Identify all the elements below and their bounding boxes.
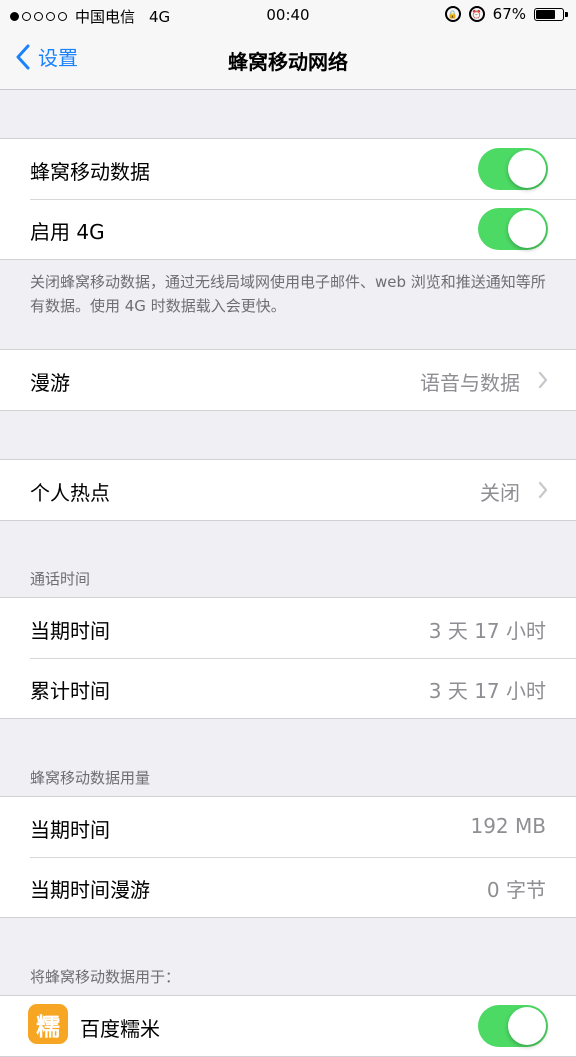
call-time-header: 通话时间 bbox=[30, 570, 91, 588]
current-period-label: 当期时间 bbox=[30, 619, 110, 643]
roaming-value: 语音与数据 bbox=[420, 371, 520, 395]
data-usage-section: 当期时间 192 MB 当期时间漫游 0 字节 bbox=[0, 796, 576, 918]
roaming-label: 漫游 bbox=[30, 371, 70, 395]
roaming-section: 漫游 语音与数据 bbox=[0, 349, 576, 411]
apps-section: 糯 百度糯米 bbox=[0, 995, 576, 1057]
nuomi-app-icon: 糯 bbox=[28, 1004, 68, 1044]
app-data-toggle[interactable] bbox=[478, 1005, 548, 1047]
roaming-row[interactable]: 漫游 语音与数据 bbox=[0, 350, 576, 410]
rotation-lock-icon: 🔒 bbox=[444, 6, 461, 22]
chevron-right-icon bbox=[538, 481, 548, 499]
usage-current-value: 192 MB bbox=[470, 814, 546, 838]
app-label: 百度糯米 bbox=[80, 1017, 160, 1041]
list-item: 当期时间漫游 0 字节 bbox=[0, 857, 576, 917]
hotspot-row[interactable]: 个人热点 关闭 bbox=[0, 460, 576, 520]
cellular-data-row: 蜂窝移动数据 bbox=[0, 139, 576, 199]
call-time-section: 当期时间 3 天 17 小时 累计时间 3 天 17 小时 bbox=[0, 597, 576, 719]
page-title: 蜂窝移动网络 bbox=[228, 50, 348, 74]
enable-4g-row: 启用 4G bbox=[0, 199, 576, 259]
chevron-right-icon bbox=[538, 371, 548, 389]
hotspot-value: 关闭 bbox=[480, 481, 520, 505]
status-bar: 中国电信 4G 00:40 🔒 ⏰ 67% bbox=[0, 0, 576, 30]
usage-roaming-value: 0 字节 bbox=[486, 878, 546, 902]
hotspot-label: 个人热点 bbox=[30, 481, 110, 505]
apps-header: 将蜂窝移动数据用于： bbox=[30, 968, 181, 986]
current-period-value: 3 天 17 小时 bbox=[428, 619, 546, 643]
battery-percent: 67% bbox=[492, 5, 526, 23]
hotspot-section: 个人热点 关闭 bbox=[0, 459, 576, 521]
data-usage-header: 蜂窝移动数据用量 bbox=[30, 769, 151, 787]
cellular-section: 蜂窝移动数据 启用 4G bbox=[0, 138, 576, 260]
list-item: 累计时间 3 天 17 小时 bbox=[0, 658, 576, 718]
list-item: 当期时间 3 天 17 小时 bbox=[0, 598, 576, 658]
navigation-bar: 设置 蜂窝移动网络 bbox=[0, 30, 576, 90]
enable-4g-toggle[interactable] bbox=[478, 208, 548, 250]
cellular-data-toggle[interactable] bbox=[478, 148, 548, 190]
list-item: 当期时间 192 MB bbox=[0, 797, 576, 857]
cellular-data-label: 蜂窝移动数据 bbox=[30, 160, 150, 184]
lifetime-value: 3 天 17 小时 bbox=[428, 679, 546, 703]
cellular-footnote: 关闭蜂窝移动数据，通过无线局域网使用电子邮件、web 浏览和推送通知等所有数据。… bbox=[30, 273, 546, 315]
alarm-icon: ⏰ bbox=[468, 6, 485, 22]
lifetime-label: 累计时间 bbox=[30, 679, 110, 703]
battery-icon bbox=[534, 7, 568, 21]
list-item: 糯 百度糯米 bbox=[0, 996, 576, 1056]
usage-current-label: 当期时间 bbox=[30, 818, 110, 842]
enable-4g-label: 启用 4G bbox=[30, 220, 105, 244]
usage-roaming-label: 当期时间漫游 bbox=[30, 878, 150, 902]
